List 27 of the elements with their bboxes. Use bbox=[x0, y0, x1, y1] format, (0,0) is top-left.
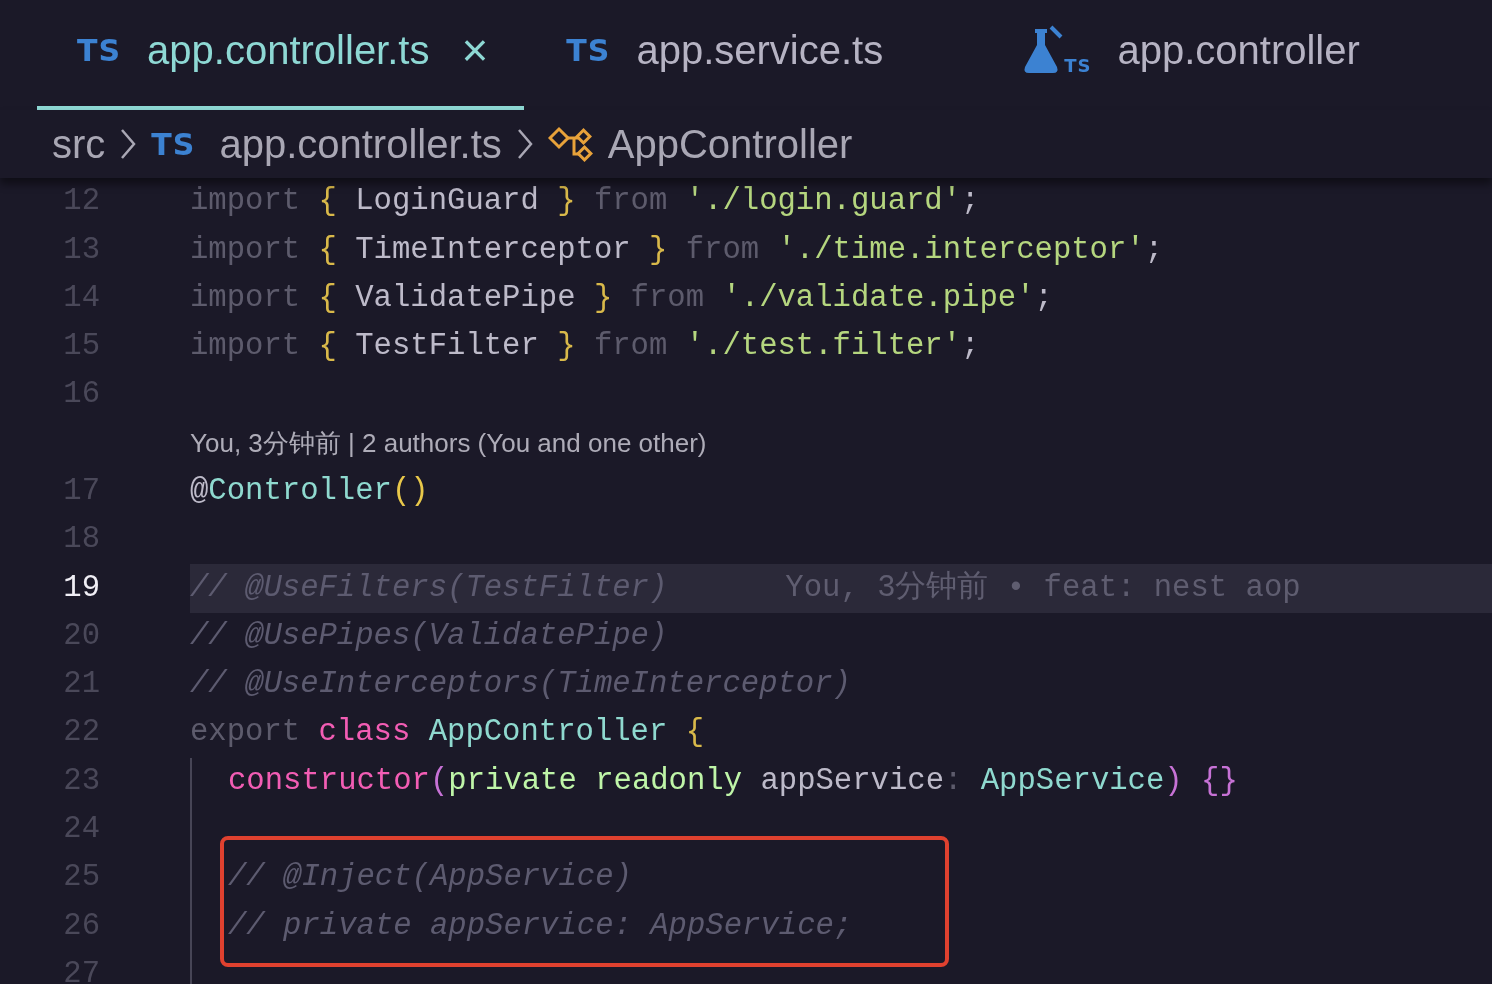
code-lens[interactable]: You, 3分钟前 | 2 authors (You and one other) bbox=[190, 424, 707, 464]
typescript-icon: TS bbox=[1064, 57, 1092, 75]
chevron-icon bbox=[515, 127, 534, 161]
breadcrumb-item[interactable]: src bbox=[52, 114, 106, 174]
code-line: @Controller() bbox=[190, 473, 429, 510]
typescript-icon: TS bbox=[77, 27, 122, 73]
code-line: constructor(private readonly appService: AppService) {} bbox=[228, 762, 1238, 800]
code-line: import { LoginGuard } from './login.guard'; bbox=[190, 183, 980, 221]
code-line: import { TimeInterceptor } from './time.interceptor'; bbox=[190, 231, 1164, 269]
code-line: // private appService: AppService; bbox=[228, 907, 853, 945]
chevron-icon bbox=[119, 127, 138, 161]
typescript-icon: TS bbox=[151, 121, 196, 167]
close-icon[interactable]: × bbox=[461, 27, 489, 73]
breadcrumb-item[interactable]: AppController bbox=[607, 114, 853, 174]
file-tab[interactable]: TS app.controller bbox=[1021, 0, 1360, 110]
breadcrumb-item[interactable]: app.controller.ts bbox=[219, 114, 502, 174]
typescript-icon: TS bbox=[566, 27, 611, 73]
line-number: 19 bbox=[62, 569, 100, 607]
code-line: // @UsePipes(ValidatePipe) bbox=[190, 617, 668, 655]
code-line: import { ValidatePipe } from './validate.pipe'; bbox=[190, 279, 1053, 317]
file-tab[interactable]: TS app.controller.ts × bbox=[37, 0, 525, 110]
code-line: // @Inject(AppService) bbox=[228, 859, 632, 897]
code-line: export class AppController { bbox=[190, 714, 705, 752]
file-tab[interactable]: TS app.service.ts bbox=[566, 0, 884, 110]
code-line: // @UseInterceptors(TimeInterceptor) bbox=[190, 666, 851, 704]
code-line: import { TestFilter } from './test.filter'; bbox=[190, 328, 980, 366]
class-icon bbox=[547, 124, 594, 164]
